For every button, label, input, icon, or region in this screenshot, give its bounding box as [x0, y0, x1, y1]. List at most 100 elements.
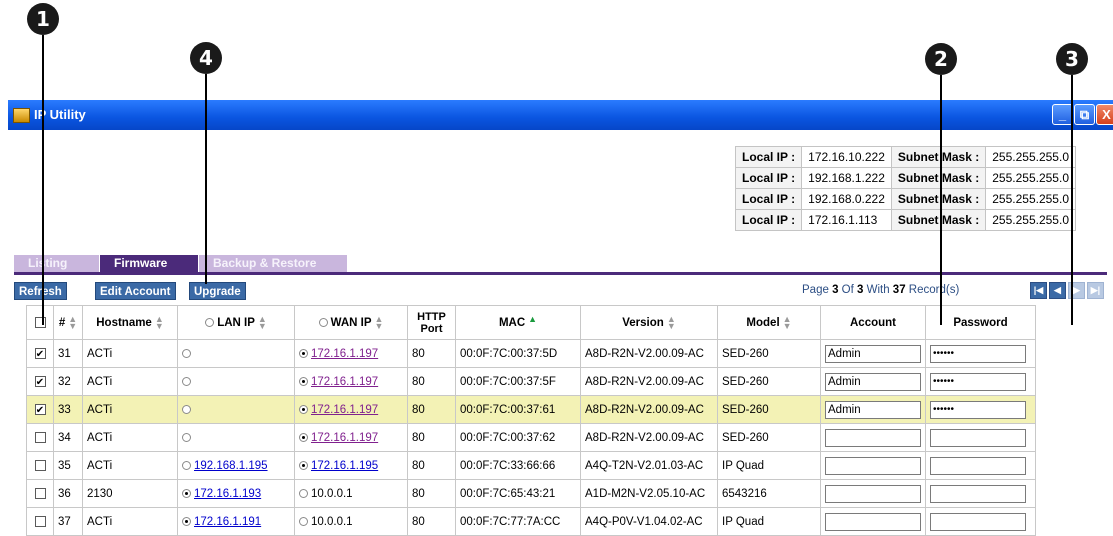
wan-ip-radio[interactable] — [299, 348, 308, 358]
tab-firmware[interactable]: Firmware — [100, 255, 198, 272]
col-version-header[interactable]: Version ▲ ▼ — [580, 305, 718, 340]
row-checkbox[interactable] — [34, 459, 46, 471]
row-account-cell[interactable]: Admin — [820, 367, 926, 396]
lan-ip-link[interactable]: 172.16.1.191 — [194, 516, 261, 528]
tab-listing[interactable]: Listing — [14, 255, 99, 272]
lan-ip-radio[interactable] — [182, 488, 191, 498]
account-input[interactable] — [825, 456, 921, 475]
row-account-cell[interactable] — [820, 479, 926, 508]
refresh-button[interactable]: Refresh — [14, 282, 67, 300]
row-password-cell[interactable] — [925, 507, 1036, 536]
row-password-cell[interactable] — [925, 423, 1036, 452]
row-checkbox[interactable]: ✔ — [34, 403, 46, 416]
password-input[interactable] — [930, 428, 1026, 447]
first-page-icon[interactable]: |◀ — [1030, 282, 1047, 299]
account-input[interactable] — [825, 512, 921, 531]
close-button[interactable]: X — [1096, 104, 1113, 125]
row-checkbox-cell[interactable] — [26, 423, 54, 452]
wan-ip-link[interactable]: 172.16.1.195 — [311, 460, 378, 472]
lan-ip-select-all-radio[interactable] — [205, 318, 215, 327]
row-wan-ip[interactable]: 172.16.1.195 — [294, 451, 408, 480]
lan-ip-radio[interactable] — [182, 348, 191, 358]
row-checkbox[interactable] — [34, 431, 46, 443]
table-row[interactable]: ✔ 31 ACTi 172.16.1.197 80 00:0F:7C:00:37:5D A8… — [26, 339, 1036, 368]
password-input[interactable] — [930, 456, 1026, 475]
select-all-checkbox[interactable] — [26, 305, 54, 340]
account-input[interactable]: Admin — [825, 344, 921, 363]
row-checkbox[interactable]: ✔ — [34, 347, 46, 360]
row-lan-ip[interactable] — [177, 367, 295, 396]
table-row[interactable]: ✔ 33 ACTi 172.16.1.197 80 00:0F:7C:00:37:61 A8… — [26, 395, 1036, 424]
maximize-button[interactable]: ⧉ — [1074, 104, 1095, 125]
lan-ip-radio[interactable] — [182, 516, 191, 526]
row-lan-ip[interactable]: 192.168.1.195 — [177, 451, 295, 480]
password-input[interactable] — [930, 512, 1026, 531]
row-checkbox-cell[interactable] — [26, 451, 54, 480]
col-num-header[interactable]: # ▲ ▼ — [53, 305, 83, 340]
table-row[interactable]: 36 2130 172.16.1.193 10.0.0.1 80 00:0F:7C:65:… — [26, 479, 1036, 508]
wan-ip-link[interactable]: 172.16.1.197 — [311, 404, 378, 416]
password-input[interactable]: •••••• — [930, 372, 1026, 391]
col-model-header[interactable]: Model ▲ ▼ — [717, 305, 821, 340]
col-http-port-header[interactable]: HTTP Port — [407, 305, 456, 340]
table-row[interactable]: 35 ACTi 192.168.1.195 172.16.1.195 80 00:0F:7… — [26, 451, 1036, 480]
edit-account-button[interactable]: Edit Account — [95, 282, 176, 300]
row-account-cell[interactable] — [820, 507, 926, 536]
row-checkbox[interactable]: ✔ — [34, 375, 46, 388]
upgrade-button[interactable]: Upgrade — [189, 282, 246, 300]
row-checkbox-cell[interactable] — [26, 507, 54, 536]
row-checkbox[interactable] — [34, 487, 46, 499]
row-wan-ip[interactable]: 172.16.1.197 — [294, 339, 408, 368]
lan-ip-radio[interactable] — [182, 432, 191, 442]
row-password-cell[interactable]: •••••• — [925, 339, 1036, 368]
table-row[interactable]: 37 ACTi 172.16.1.191 10.0.0.1 80 00:0F:7C:77:… — [26, 507, 1036, 536]
lan-ip-radio[interactable] — [182, 376, 191, 386]
col-wan-ip-header[interactable]: WAN IP ▲ ▼ — [294, 305, 408, 340]
password-input[interactable]: •••••• — [930, 400, 1026, 419]
row-password-cell[interactable] — [925, 479, 1036, 508]
row-lan-ip[interactable] — [177, 339, 295, 368]
password-input[interactable] — [930, 484, 1026, 503]
row-wan-ip[interactable]: 172.16.1.197 — [294, 367, 408, 396]
row-account-cell[interactable]: Admin — [820, 395, 926, 424]
row-checkbox-cell[interactable]: ✔ — [26, 395, 54, 424]
wan-ip-link[interactable]: 172.16.1.197 — [311, 432, 378, 444]
row-checkbox-cell[interactable]: ✔ — [26, 367, 54, 396]
col-lan-ip-header[interactable]: LAN IP ▲ ▼ — [177, 305, 295, 340]
table-row[interactable]: 34 ACTi 172.16.1.197 80 00:0F:7C:00:37:62 A8D… — [26, 423, 1036, 452]
window-titlebar[interactable]: IP Utility _ ⧉ X — [8, 100, 1113, 130]
row-lan-ip[interactable]: 172.16.1.193 — [177, 479, 295, 508]
wan-ip-radio[interactable] — [299, 460, 308, 470]
wan-ip-link[interactable]: 172.16.1.197 — [311, 376, 378, 388]
row-password-cell[interactable] — [925, 451, 1036, 480]
password-input[interactable]: •••••• — [930, 344, 1026, 363]
row-lan-ip[interactable] — [177, 423, 295, 452]
row-wan-ip[interactable]: 172.16.1.197 — [294, 423, 408, 452]
lan-ip-radio[interactable] — [182, 460, 191, 470]
row-checkbox-cell[interactable] — [26, 479, 54, 508]
row-account-cell[interactable]: Admin — [820, 339, 926, 368]
account-input[interactable] — [825, 484, 921, 503]
wan-ip-radio[interactable] — [299, 516, 308, 526]
row-lan-ip[interactable]: 172.16.1.191 — [177, 507, 295, 536]
row-wan-ip[interactable]: 10.0.0.1 — [294, 479, 408, 508]
prev-page-icon[interactable]: ◀ — [1049, 282, 1066, 299]
wan-ip-select-all-radio[interactable] — [318, 318, 328, 327]
minimize-button[interactable]: _ — [1052, 104, 1073, 125]
wan-ip-link[interactable]: 172.16.1.197 — [311, 348, 378, 360]
row-password-cell[interactable]: •••••• — [925, 395, 1036, 424]
col-mac-header[interactable]: MAC ▲ — [455, 305, 581, 340]
wan-ip-radio[interactable] — [299, 488, 308, 498]
row-account-cell[interactable] — [820, 423, 926, 452]
wan-ip-radio[interactable] — [299, 376, 308, 386]
row-wan-ip[interactable]: 172.16.1.197 — [294, 395, 408, 424]
account-input[interactable] — [825, 428, 921, 447]
lan-ip-link[interactable]: 172.16.1.193 — [194, 488, 261, 500]
row-checkbox[interactable] — [34, 515, 46, 527]
row-wan-ip[interactable]: 10.0.0.1 — [294, 507, 408, 536]
row-account-cell[interactable] — [820, 451, 926, 480]
table-row[interactable]: ✔ 32 ACTi 172.16.1.197 80 00:0F:7C:00:37:5F A8… — [26, 367, 1036, 396]
lan-ip-radio[interactable] — [182, 404, 191, 414]
tab-backup-restore[interactable]: Backup & Restore — [199, 255, 347, 272]
row-checkbox-cell[interactable]: ✔ — [26, 339, 54, 368]
